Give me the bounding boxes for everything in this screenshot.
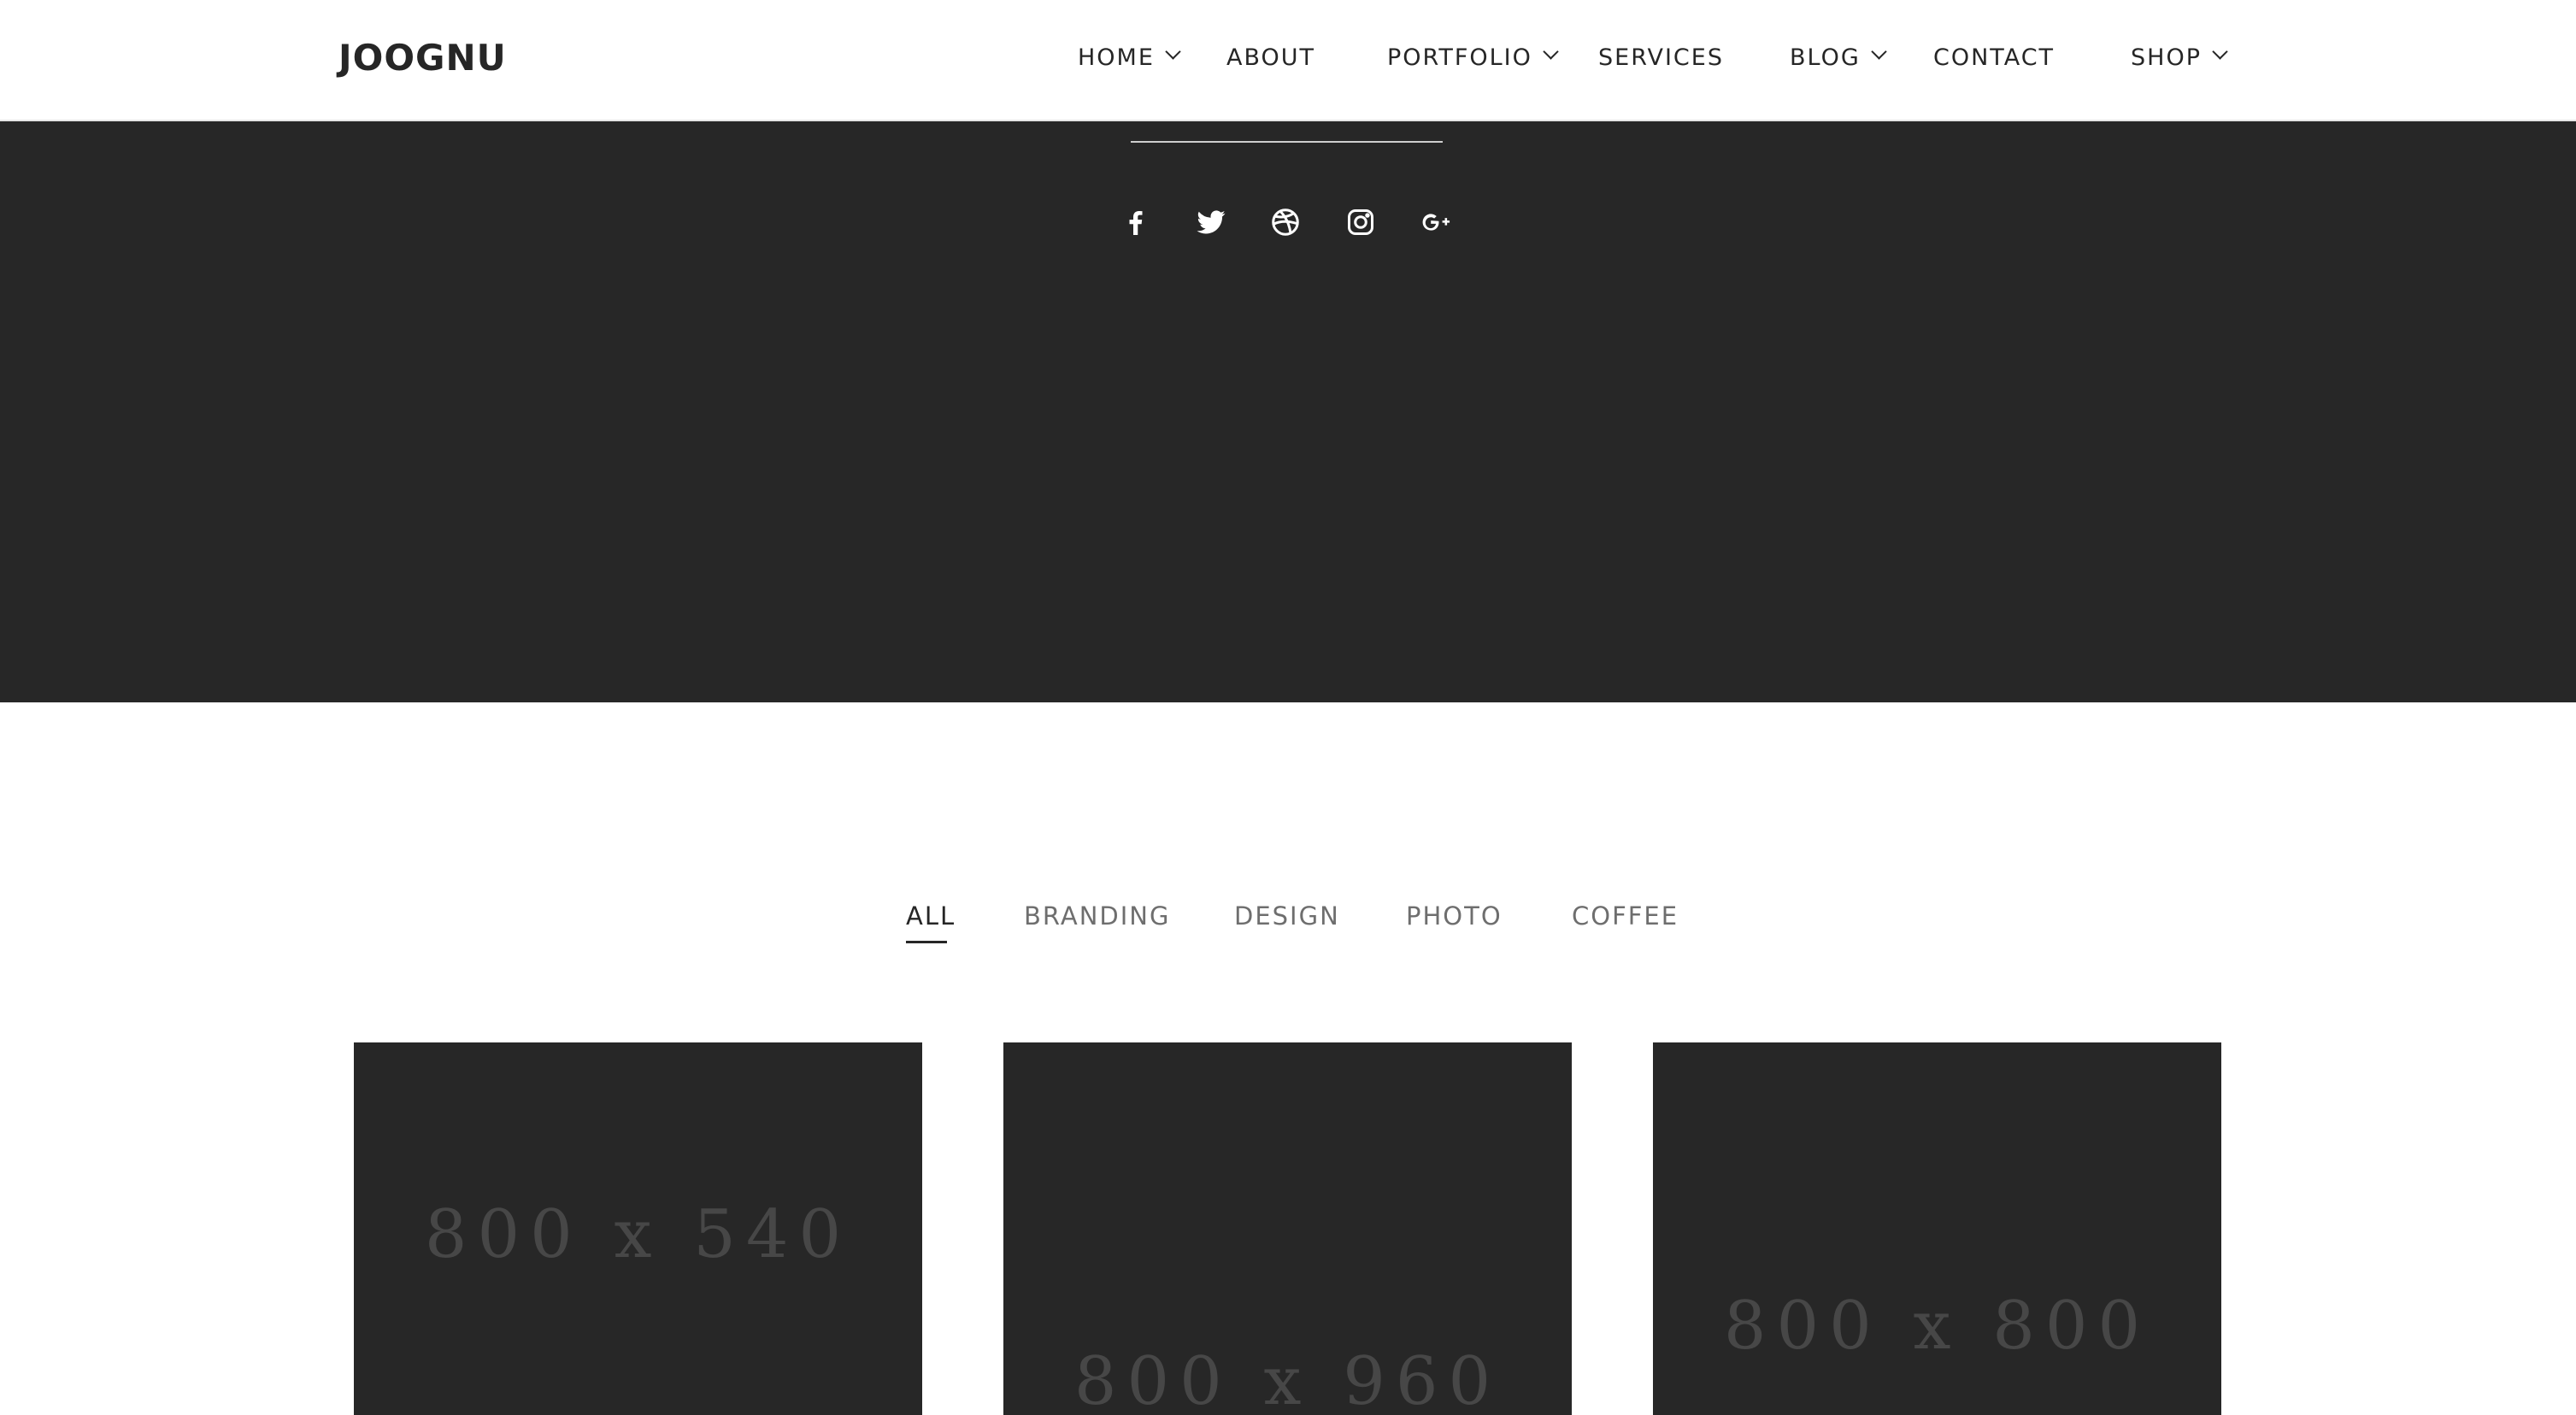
nav-item-about[interactable]: ABOUT xyxy=(1226,41,1315,75)
hero-section xyxy=(0,120,2576,702)
site-logo[interactable]: JOOGNU xyxy=(338,32,507,84)
nav-item-label: ABOUT xyxy=(1226,44,1316,71)
filter-photo[interactable]: PHOTO xyxy=(1406,898,1503,934)
nav-item-contact[interactable]: CONTACT xyxy=(1933,41,2055,75)
filter-branding[interactable]: BRANDING xyxy=(1024,898,1170,934)
hero-divider xyxy=(1131,141,1443,143)
twitter-icon[interactable] xyxy=(1192,203,1230,241)
instagram-icon[interactable] xyxy=(1342,203,1379,241)
portfolio-item[interactable]: 800 x 800 xyxy=(1653,1042,2221,1415)
nav-item-label: CONTACT xyxy=(1933,44,2056,71)
filter-active-underline xyxy=(906,941,947,943)
image-placeholder-label: 800 x 540 xyxy=(424,1196,852,1273)
nav-item-label: PORTFOLIO xyxy=(1387,44,1532,71)
nav-item-shop[interactable]: SHOP xyxy=(2131,41,2228,75)
chevron-down-icon xyxy=(1543,44,1559,60)
nav-item-home[interactable]: HOME xyxy=(1078,41,1181,75)
facebook-icon[interactable] xyxy=(1117,203,1155,241)
chevron-down-icon xyxy=(2212,44,2228,60)
portfolio-item[interactable]: 800 x 540 xyxy=(354,1042,922,1415)
image-placeholder-label: 800 x 960 xyxy=(1073,1343,1502,1415)
nav-item-label: SHOP xyxy=(2131,44,2202,71)
dribbble-icon[interactable] xyxy=(1267,203,1304,241)
filter-all[interactable]: ALL xyxy=(906,898,956,934)
nav-item-label: HOME xyxy=(1078,44,1155,71)
portfolio-item[interactable]: 800 x 960 xyxy=(1003,1042,1572,1415)
filter-coffee[interactable]: COFFEE xyxy=(1572,898,1679,934)
filter-design[interactable]: DESIGN xyxy=(1234,898,1340,934)
site-header: JOOGNU HOME ABOUT PORTFOLIO SERVICES BLO… xyxy=(0,0,2576,121)
google-plus-icon[interactable] xyxy=(1417,203,1455,241)
nav-item-services[interactable]: SERVICES xyxy=(1598,41,1724,75)
nav-item-blog[interactable]: BLOG xyxy=(1790,41,1887,75)
chevron-down-icon xyxy=(1871,44,1887,60)
chevron-down-icon xyxy=(1165,44,1181,60)
nav-item-label: SERVICES xyxy=(1598,44,1724,71)
image-placeholder-label: 800 x 800 xyxy=(1723,1288,2151,1365)
nav-item-portfolio[interactable]: PORTFOLIO xyxy=(1387,41,1559,75)
nav-item-label: BLOG xyxy=(1790,44,1861,71)
